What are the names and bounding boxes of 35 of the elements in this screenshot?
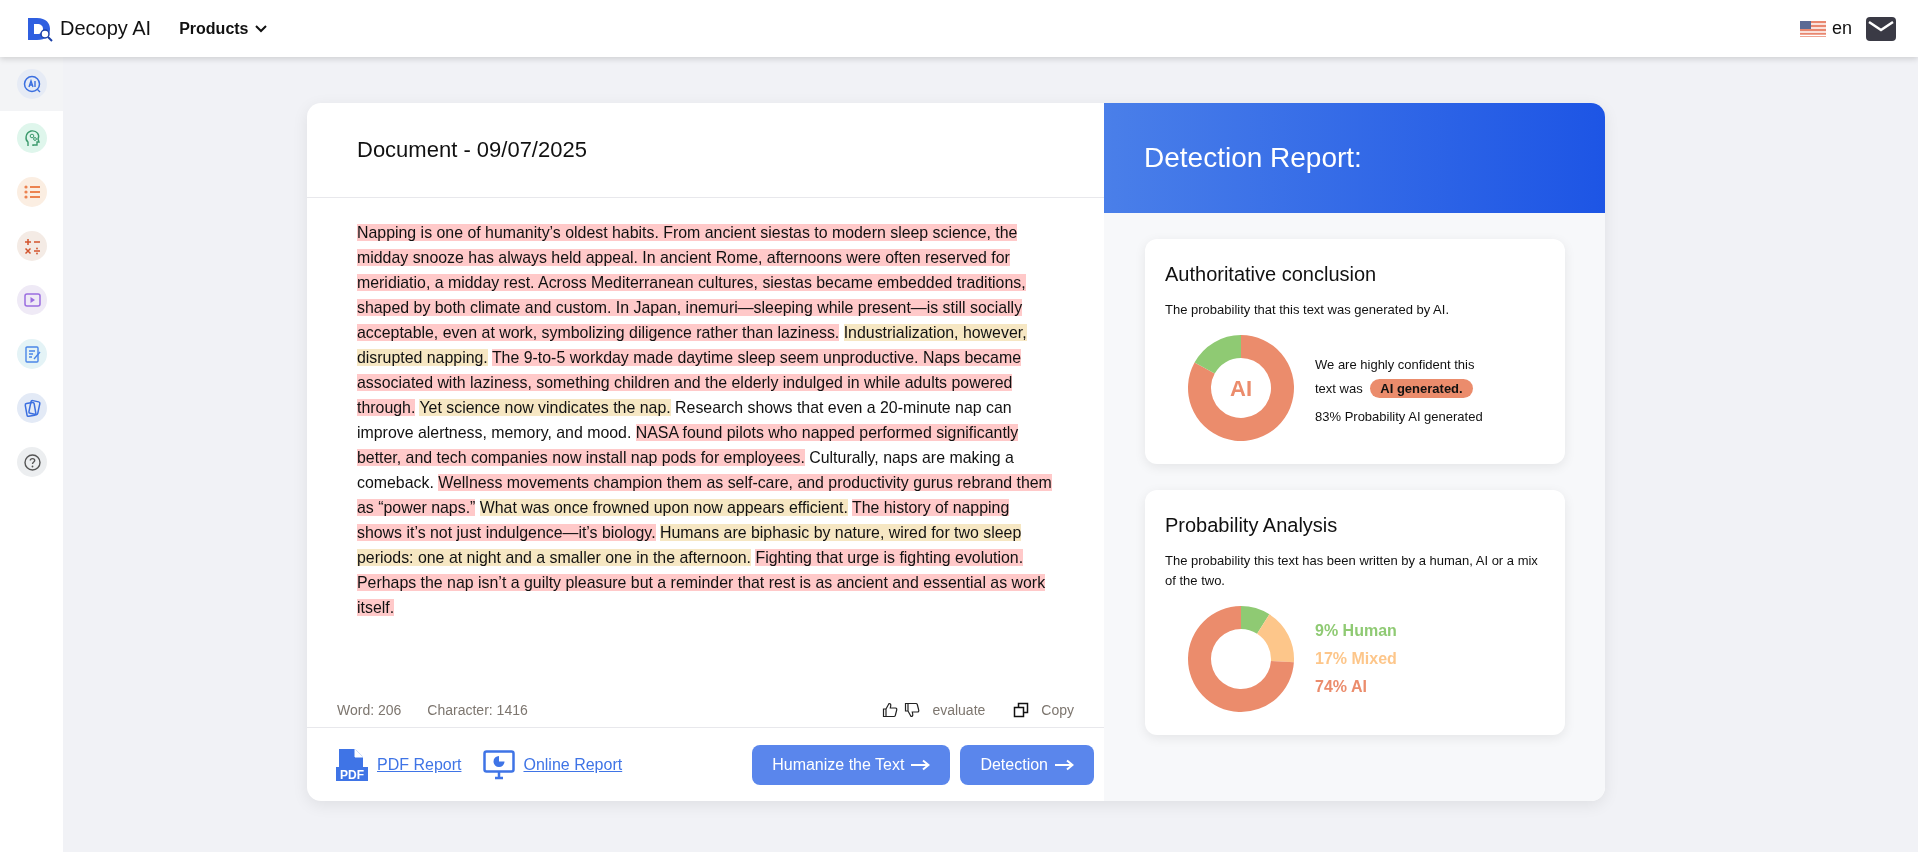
arrow-icon — [1054, 758, 1074, 771]
card-description: The probability this text has been written by a human, AI or a mix of the two. — [1165, 552, 1539, 590]
logo-icon — [26, 15, 54, 42]
donut-center-label: AI — [1230, 376, 1252, 401]
word-count: Word: 206 — [337, 702, 402, 718]
sidebar-item[interactable] — [0, 57, 63, 111]
monitor-chart-icon — [483, 748, 516, 781]
products-menu[interactable]: Products — [179, 19, 267, 38]
confidence-text: We are highly confident this text was AI generated. — [1315, 355, 1476, 400]
language-selector[interactable]: en — [1831, 18, 1852, 39]
arrow-icon — [910, 758, 931, 771]
probability-text: 83% Probability AI generated — [1315, 408, 1484, 424]
legend-label: 17% Mixed — [1315, 650, 1397, 668]
copy-icon[interactable] — [1013, 702, 1030, 718]
card-description: The probability that this text was generated by AI. — [1165, 301, 1450, 319]
copy-label[interactable]: Copy — [1041, 702, 1074, 718]
mail-icon[interactable] — [1866, 16, 1896, 41]
thumbs-up-icon[interactable] — [882, 702, 899, 718]
flag-icon — [1799, 20, 1826, 37]
legend-label: 9% Human — [1315, 622, 1397, 640]
report-title: Detection Report: — [1144, 142, 1362, 174]
humanize-button[interactable]: Humanize the Text — [752, 744, 951, 785]
document-title: Document - 09/07/2025 — [357, 137, 587, 163]
evaluate-label[interactable]: evaluate — [932, 702, 986, 718]
online-report-link[interactable]: Online Report — [523, 755, 623, 774]
card-title: Probability Analysis — [1165, 514, 1339, 537]
card-title: Authoritative conclusion — [1165, 263, 1378, 286]
detection-button[interactable]: Detection — [960, 744, 1094, 785]
document-text: Napping is one of humanity’s oldest habits. From ancient siestas to modern sleep science, the midday snooze has always held appeal. In ancient Rome, afternoons were often reserved for meridiatio, a midday rest. Across Mediterranean cultures, siestas became embedded traditions, shaped by both climate and custom. In Japan, inemuri—sleeping while present—is still socially acceptable, even at work, symbolizing diligence rather than laziness. Industrialization, however, disrupted napping. The 9-to-5 workday made daytime sleep seem unproductive. Naps became associated with laziness, something children and the elderly indulged in while adults powered through. Yet science now vindicates the nap. Research shows that even a 20-minute nap can improve alertness, memory, and mood. NASA found pilots who napped performed significantly better, and tech companies now install nap pods for employees. Culturally, naps are making a comeback. Wellness movements champion them as self-care, and productivity gurus rebrand them as “power naps.” What was once frowned upon now appears efficient. The history of napping shows it’s not just indulgence—it’s biology. Humans are biphasic by nature, wired for two sleep periods: one at night and a smaller one in the afternoon. Fighting that urge is fighting evolution. Perhaps the nap isn’t a guilty pleasure but a reminder that rest is as ancient and essential as work itself. — [357, 223, 1053, 618]
pdf-report-link[interactable]: PDF Report — [377, 755, 462, 774]
logo-text[interactable]: Decopy AI — [60, 17, 152, 40]
thumbs-down-icon[interactable] — [904, 702, 921, 718]
legend-label: 74% AI — [1315, 678, 1368, 696]
character-count: Character: 1416 — [427, 702, 528, 718]
chevron-down-icon — [254, 24, 267, 33]
